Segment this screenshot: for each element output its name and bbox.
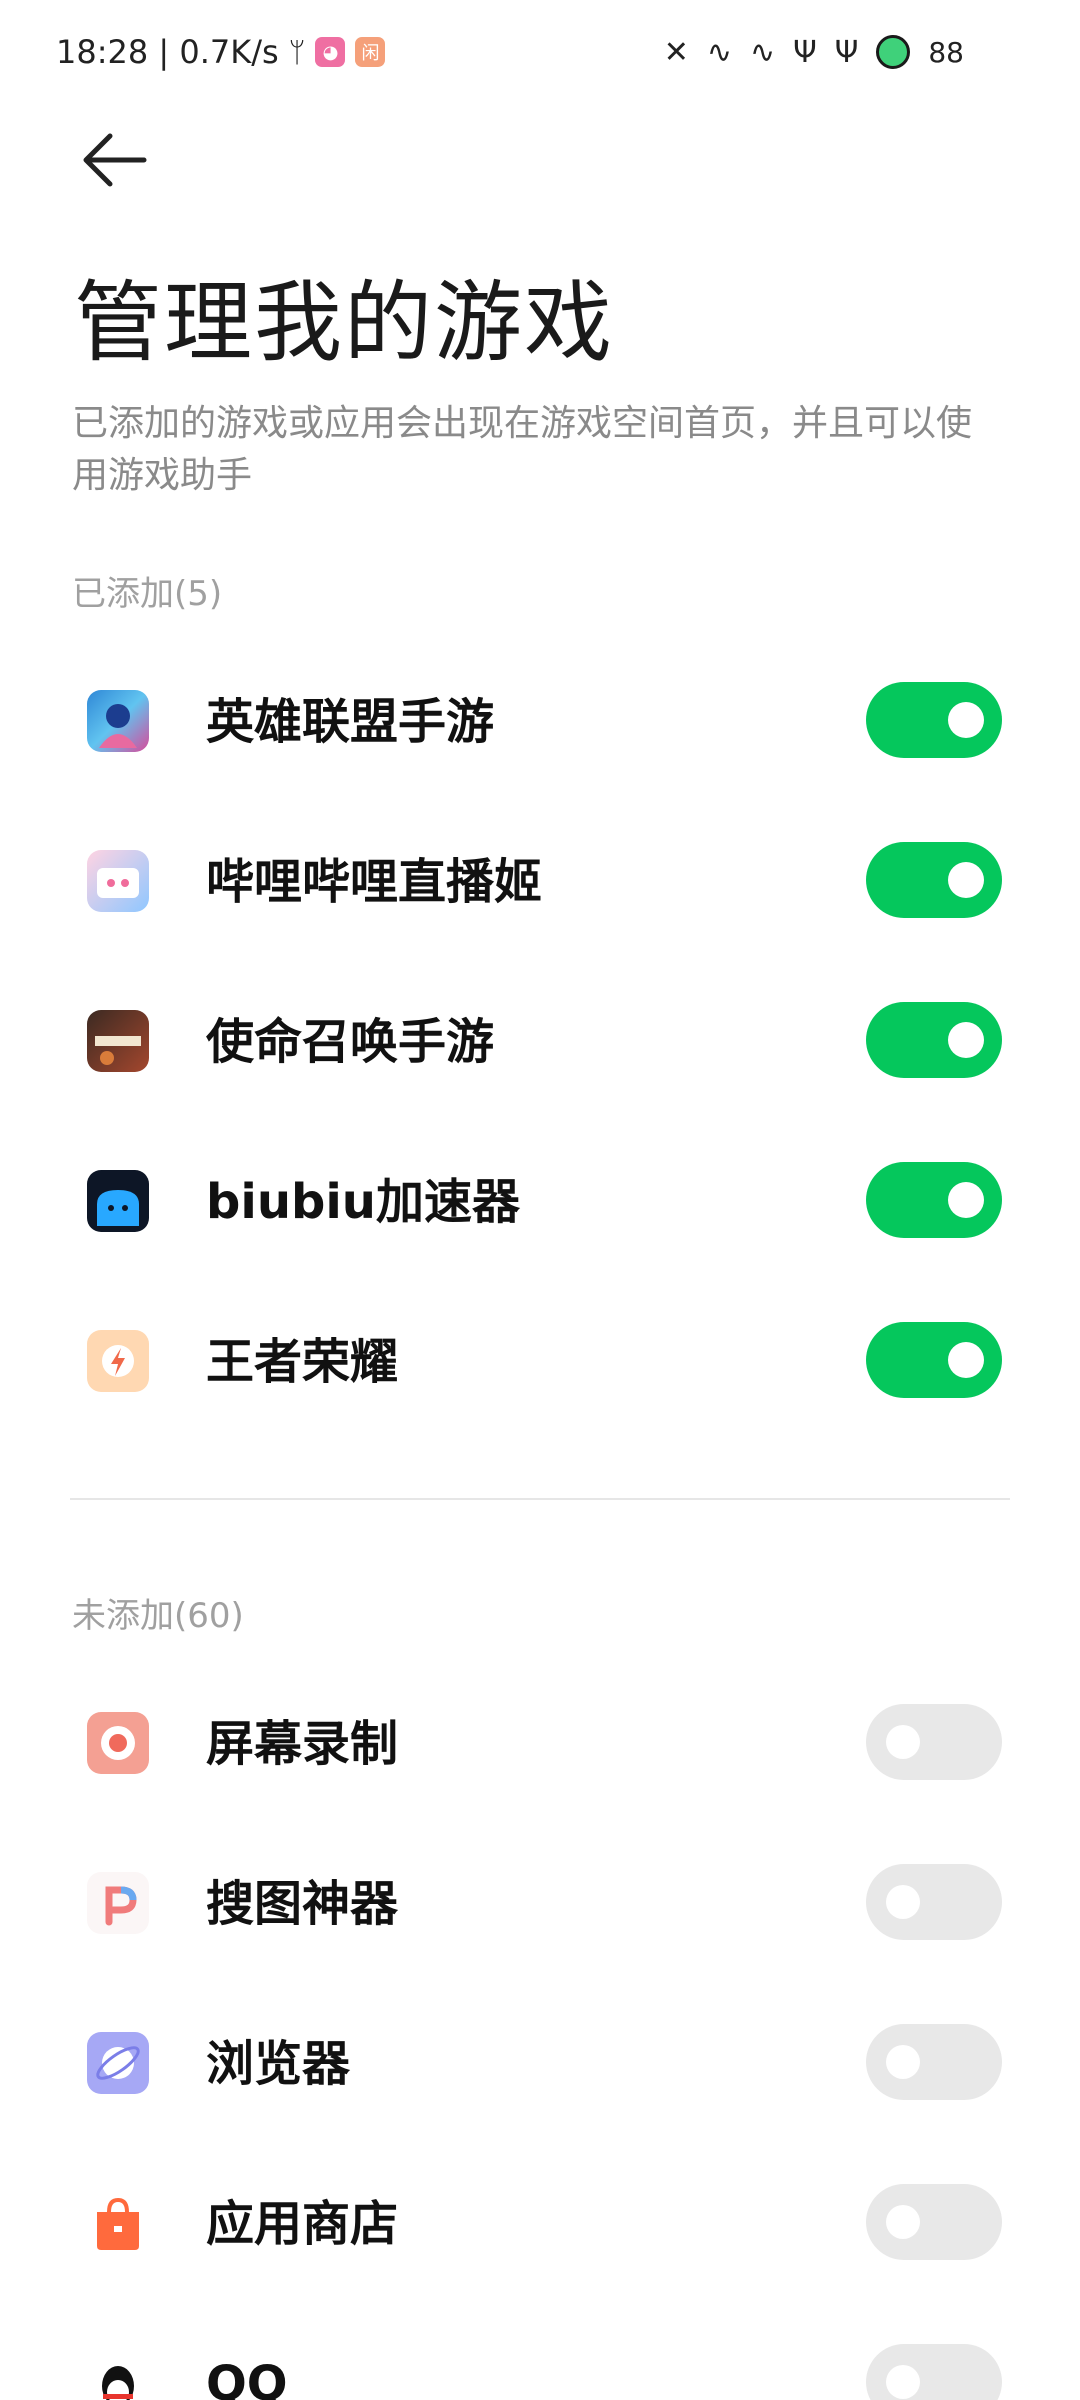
- toggle-knob: [886, 1725, 920, 1759]
- app-name: 哔哩哔哩直播姬: [206, 854, 543, 910]
- lol-icon: [87, 690, 149, 752]
- wifi-signal-icon: ᛘ: [288, 35, 306, 69]
- battery-level: 88: [928, 35, 964, 69]
- toggle-knob: [886, 2205, 920, 2239]
- toggle-switch[interactable]: [866, 2344, 1002, 2400]
- app-name: 王者荣耀: [206, 1334, 399, 1390]
- app-name: 使命召唤手游: [206, 1014, 495, 1070]
- browser-icon: [87, 2032, 149, 2094]
- list-item-not-added[interactable]: QQ: [0, 2302, 1080, 2400]
- image-search-icon: [87, 1872, 149, 1934]
- toggle-knob: [948, 862, 984, 898]
- toggle-switch[interactable]: [866, 1864, 1002, 1940]
- app-store-icon: [87, 2192, 149, 2254]
- toggle-knob: [948, 1022, 984, 1058]
- app-name: 屏幕录制: [206, 1716, 399, 1772]
- bluetooth-icon: ✕: [663, 34, 689, 70]
- list-item-added[interactable]: 英雄联盟手游: [0, 640, 1080, 800]
- biubiu-icon: [87, 1170, 149, 1232]
- toggle-switch[interactable]: [866, 1002, 1002, 1078]
- list-item-added[interactable]: 哔哩哔哩直播姬: [0, 800, 1080, 960]
- list-item-not-added[interactable]: 屏幕录制: [0, 1662, 1080, 1822]
- battery-icon: [876, 35, 911, 69]
- list-item-not-added[interactable]: 浏览器: [0, 1982, 1080, 2142]
- app-name: 英雄联盟手游: [206, 694, 495, 750]
- hok-icon: [87, 1330, 149, 1392]
- toggle-knob: [886, 2045, 920, 2079]
- vowifi-icon: ∿: [706, 34, 732, 70]
- toggle-switch[interactable]: [866, 1162, 1002, 1238]
- app-name: QQ: [206, 2356, 288, 2400]
- section-added-label: 已添加(5): [72, 574, 223, 614]
- list-item-not-added[interactable]: 应用商店: [0, 2142, 1080, 2302]
- status-right: ✕ ∿ ∿ Ψ Ψ 88: [664, 30, 964, 74]
- screen-record-icon: [87, 1712, 149, 1774]
- toggle-knob: [886, 1885, 920, 1919]
- status-time-speed: 18:28 | 0.7K/s: [56, 33, 279, 71]
- list-item-added[interactable]: 王者荣耀: [0, 1280, 1080, 1440]
- notification-app-icon: ◕: [315, 37, 346, 67]
- list-item-added[interactable]: 使命召唤手游: [0, 960, 1080, 1120]
- toggle-knob: [948, 1182, 984, 1218]
- toggle-knob: [948, 702, 984, 738]
- toggle-knob: [948, 1342, 984, 1378]
- vowifi-icon-2: ∿: [749, 34, 776, 70]
- toggle-switch[interactable]: [866, 1322, 1002, 1398]
- signal-icon: Ψ: [793, 34, 817, 70]
- signal-icon-2: Ψ: [834, 34, 859, 70]
- toggle-switch[interactable]: [866, 2184, 1002, 2260]
- status-left: 18:28 | 0.7K/s ᛘ ◕ 闲: [56, 30, 386, 74]
- list-item-added[interactable]: biubiu加速器: [0, 1120, 1080, 1280]
- section-divider: [70, 1498, 1010, 1500]
- toggle-knob: [886, 2365, 920, 2399]
- app-name: 浏览器: [206, 2036, 351, 2092]
- page-title: 管理我的游戏: [74, 271, 615, 374]
- status-bar: 18:28 | 0.7K/s ᛘ ◕ 闲 ✕ ∿ ∿ Ψ Ψ 88: [0, 0, 1080, 104]
- qq-icon: [87, 2352, 149, 2400]
- section-not-added-label: 未添加(60): [72, 1596, 244, 1636]
- back-button[interactable]: [78, 130, 152, 190]
- toggle-switch[interactable]: [866, 1704, 1002, 1780]
- codm-icon: [87, 1010, 149, 1072]
- back-arrow-icon: [83, 133, 147, 187]
- app-name: 应用商店: [206, 2196, 399, 2252]
- page-description: 已添加的游戏或应用会出现在游戏空间首页，并且可以使用游戏助手: [72, 403, 973, 496]
- toggle-switch[interactable]: [866, 682, 1002, 758]
- notification-xianyu-icon: 闲: [355, 37, 386, 67]
- toggle-switch[interactable]: [866, 2024, 1002, 2100]
- toggle-switch[interactable]: [866, 842, 1002, 918]
- bilibili-live-icon: [87, 850, 149, 912]
- app-name: 搜图神器: [206, 1876, 399, 1932]
- app-name: biubiu加速器: [206, 1174, 520, 1230]
- list-item-not-added[interactable]: 搜图神器: [0, 1822, 1080, 1982]
